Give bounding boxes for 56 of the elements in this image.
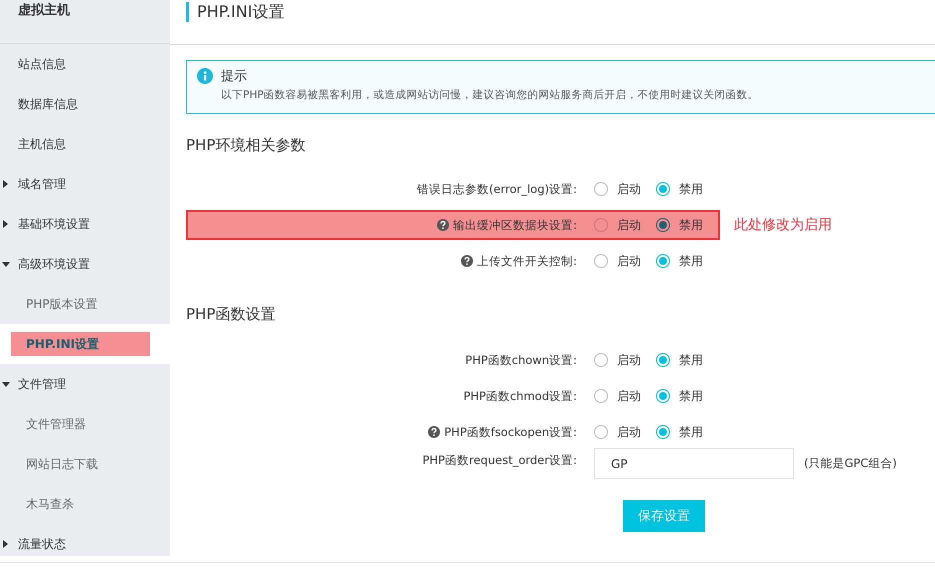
notice-text: 以下PHP函数容易被黑客利用，或造成网站访问慢，建议咨询您的网站服务商后开启，不使用时建议关闭函数。 <box>220 88 760 102</box>
field-label: PHP函数request_order设置: <box>422 453 577 468</box>
radio-button[interactable] <box>656 353 670 367</box>
sidebar-item[interactable]: 数据库信息 <box>0 84 170 124</box>
radio-button[interactable] <box>594 389 608 403</box>
field-label: PHP函数chown设置: <box>465 352 577 368</box>
radio-label: 启动 <box>617 180 641 198</box>
field-hint: (只能是GPC组合) <box>804 456 897 471</box>
notice-title: 提示 <box>221 68 247 85</box>
radio-label: 禁用 <box>679 352 703 368</box>
radio-button[interactable] <box>656 254 670 268</box>
sidebar-subitem[interactable]: PHP版本设置 <box>0 292 98 316</box>
field-label: PHP函数fsockopen设置: <box>444 424 577 440</box>
sidebar-subitem[interactable]: 网站日志下载 <box>0 452 98 476</box>
radio-button[interactable] <box>656 218 670 232</box>
sidebar-item[interactable]: 文件管理 <box>0 364 170 404</box>
annotation-text: 此处修改为启用 <box>734 216 832 234</box>
sidebar-item[interactable]: 站点信息 <box>0 44 170 84</box>
sidebar-item[interactable]: 流量状态 <box>0 524 170 562</box>
radio-label: 禁用 <box>679 424 703 440</box>
info-icon <box>197 68 213 84</box>
sidebar-subitem[interactable]: 文件管理器 <box>0 412 86 436</box>
help-icon[interactable] <box>437 219 450 231</box>
section-heading: PHP环境相关参数 <box>186 135 306 156</box>
field-label: 错误日志参数(error_log)设置: <box>417 182 577 196</box>
sidebar-item[interactable]: 主机信息 <box>0 124 170 164</box>
radio-button[interactable] <box>656 389 670 403</box>
radio-label: 启动 <box>617 352 641 368</box>
field-label: PHP函数chmod设置: <box>463 388 577 404</box>
sidebar-subitem[interactable]: 木马查杀 <box>0 492 74 516</box>
radio-button[interactable] <box>656 425 670 439</box>
radio-label: 禁用 <box>679 252 703 270</box>
radio-label: 启动 <box>617 424 641 440</box>
help-icon[interactable] <box>428 426 440 438</box>
radio-label: 禁用 <box>679 388 703 404</box>
field-label: 上传文件开关控制: <box>477 254 577 268</box>
radio-label: 启动 <box>617 252 641 270</box>
sidebar-item[interactable]: 基础环境设置 <box>0 204 170 244</box>
help-icon[interactable] <box>461 255 474 267</box>
sidebar-title: 虚拟主机 <box>0 0 170 44</box>
radio-button[interactable] <box>594 182 608 196</box>
radio-button[interactable] <box>594 218 608 232</box>
sidebar-item[interactable]: 高级环境设置 <box>0 244 170 284</box>
section-heading: PHP函数设置 <box>186 304 276 325</box>
radio-label: 启动 <box>617 388 641 404</box>
input-field[interactable]: GP <box>594 448 794 479</box>
radio-label: 禁用 <box>679 180 703 198</box>
sidebar-item[interactable]: 域名管理 <box>0 164 170 204</box>
radio-label: 启动 <box>617 216 641 234</box>
page-title: PHP.INI设置 <box>186 2 284 22</box>
radio-button[interactable] <box>656 182 670 196</box>
radio-button[interactable] <box>594 353 608 367</box>
radio-label: 禁用 <box>679 216 703 234</box>
radio-button[interactable] <box>594 254 608 268</box>
field-label: 输出缓冲区数据块设置: <box>453 218 577 232</box>
radio-button[interactable] <box>594 425 608 439</box>
